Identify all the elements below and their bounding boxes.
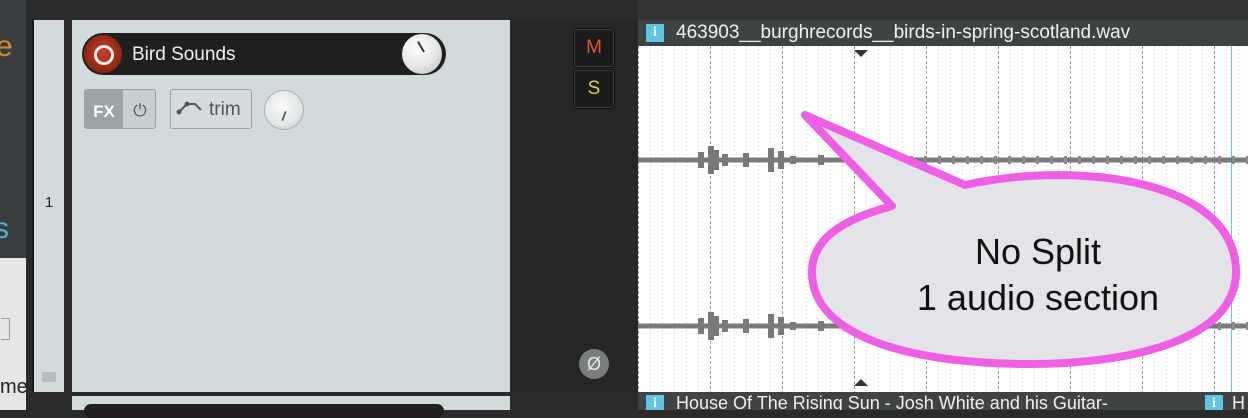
annotation-speech-bubble: No Split 1 audio section [801, 111, 1240, 368]
annotation-line-1: No Split [975, 231, 1101, 272]
annotation-line-2: 1 audio section [917, 277, 1159, 318]
